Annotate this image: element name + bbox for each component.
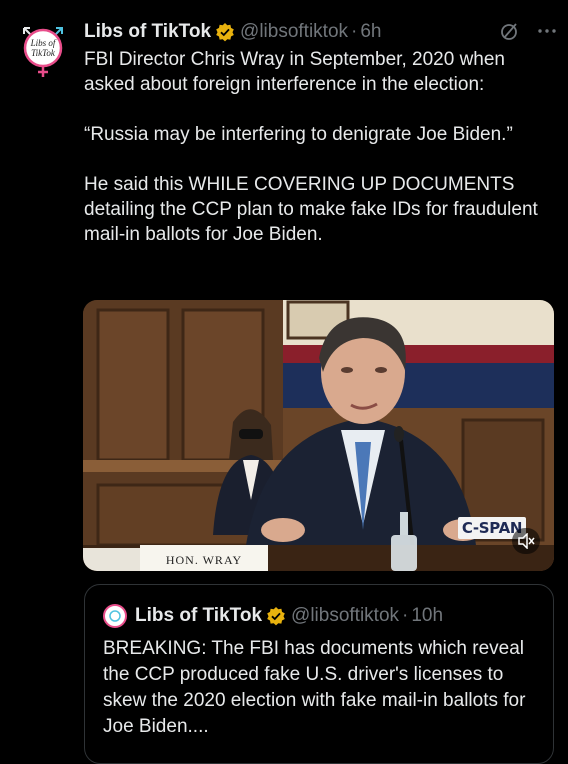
verified-badge-icon	[267, 607, 285, 626]
verified-badge-icon	[216, 23, 234, 42]
more-dots-icon[interactable]	[536, 20, 558, 42]
svg-text:TikTok: TikTok	[31, 48, 56, 58]
nameplate: HON. WRAY	[140, 545, 268, 571]
author-avatar[interactable]: Libs of TikTok	[18, 24, 68, 80]
speaker-muted-icon	[518, 533, 535, 549]
quoted-tweet-text: BREAKING: The FBI has documents which re…	[103, 638, 526, 737]
separator: ·	[351, 21, 358, 42]
tweet-paragraph: FBI Director Chris Wray in September, 20…	[84, 49, 505, 95]
tweet-video[interactable]: HON. WRAY C-SPAN	[83, 300, 554, 571]
tweet-paragraph: He said this WHILE COVERING UP DOCUMENTS…	[84, 174, 538, 245]
tweet-header: Libs of TikTok @libsoftiktok · 6h	[84, 18, 558, 46]
quoted-tweet[interactable]: Libs of TikTok @libsoftiktok · 10h BREAK…	[84, 584, 554, 764]
quoted-author-name[interactable]: Libs of TikTok	[135, 605, 262, 627]
quoted-author-handle[interactable]: @libsoftiktok	[291, 605, 399, 627]
author-name[interactable]: Libs of TikTok	[84, 21, 211, 43]
quoted-author-avatar[interactable]	[103, 604, 127, 628]
mute-button[interactable]	[512, 528, 540, 554]
tweet-timestamp[interactable]: 6h	[360, 21, 381, 43]
slash-circle-icon[interactable]	[498, 20, 520, 42]
svg-text:Libs of: Libs of	[30, 38, 57, 48]
tweet-paragraph: “Russia may be interfering to denigrate …	[84, 124, 513, 145]
quoted-tweet-timestamp[interactable]: 10h	[411, 605, 443, 627]
tweet-body: FBI Director Chris Wray in September, 20…	[84, 47, 554, 272]
separator: ·	[402, 605, 409, 626]
author-handle[interactable]: @libsoftiktok	[240, 21, 348, 43]
quoted-tweet-header: Libs of TikTok @libsoftiktok · 10h	[103, 603, 443, 629]
